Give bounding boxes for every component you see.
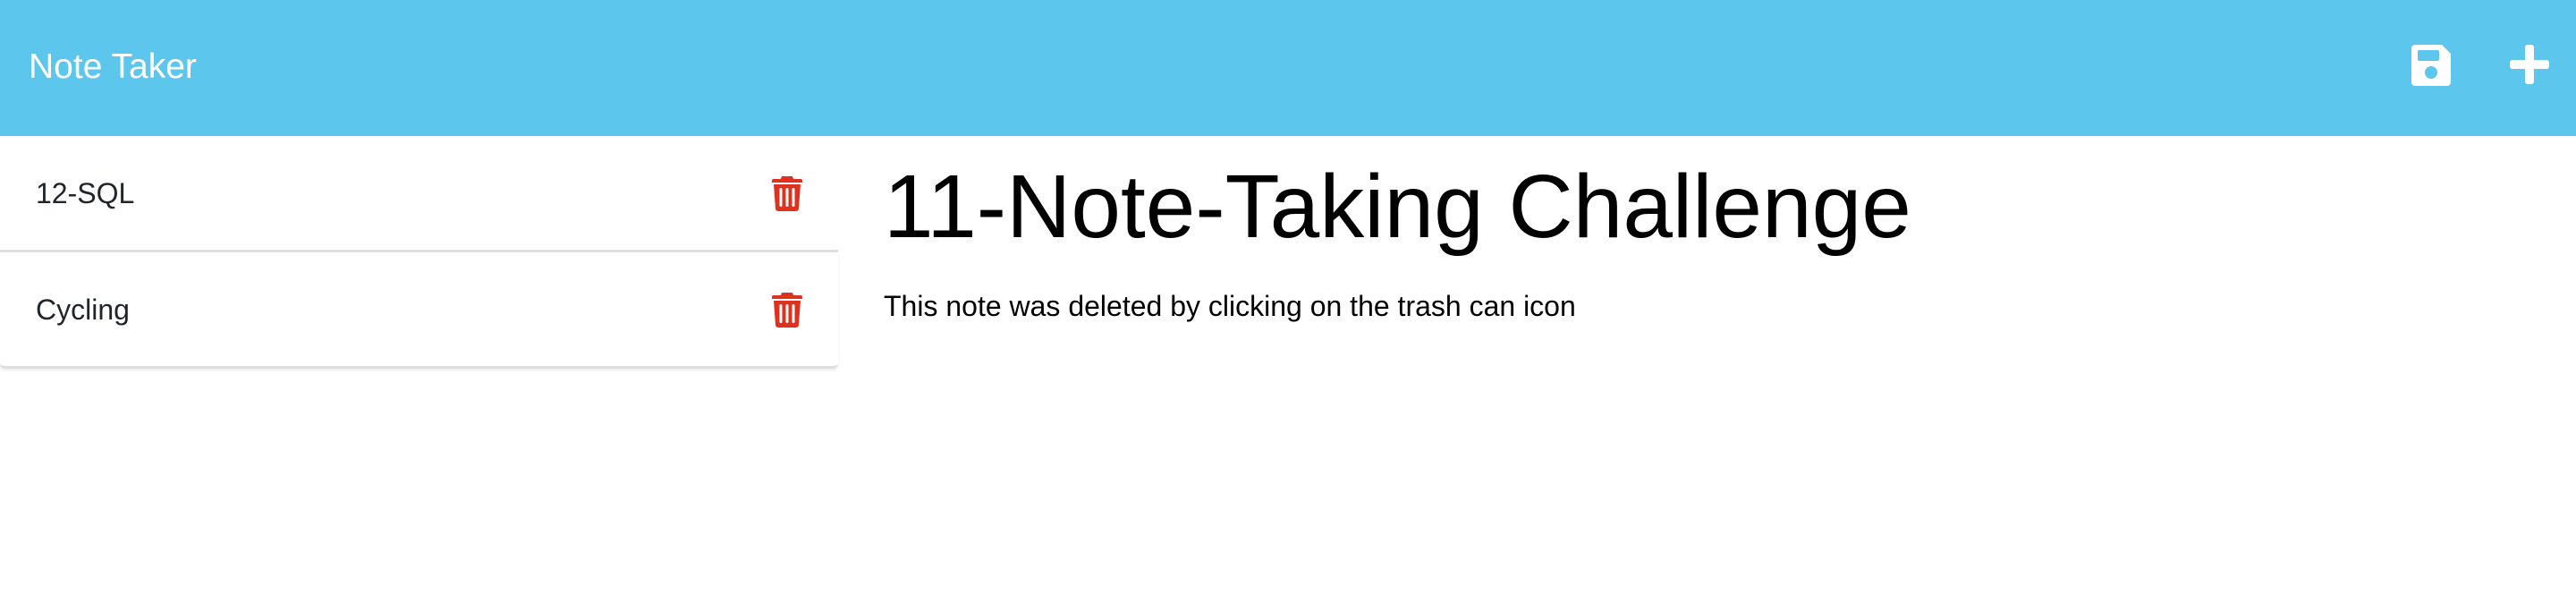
note-title-input[interactable] — [884, 158, 2494, 256]
new-note-icon[interactable] — [2506, 41, 2553, 88]
note-text-area[interactable]: This note was deleted by clicking on the… — [884, 286, 2494, 340]
note-list-item[interactable]: 12-SQL — [0, 136, 838, 252]
trash-icon[interactable] — [772, 175, 802, 211]
note-list-item-title: Cycling — [36, 294, 130, 326]
trash-icon-glyph — [772, 176, 802, 211]
note-editor: This note was deleted by clicking on the… — [884, 158, 2538, 340]
trash-icon-glyph — [772, 293, 802, 328]
navbar: Note Taker — [0, 0, 2576, 136]
save-icon[interactable] — [2408, 41, 2454, 88]
note-list: 12-SQL Cycling — [0, 136, 838, 369]
note-list-item-title: 12-SQL — [36, 177, 135, 209]
brand-link[interactable]: Note Taker — [29, 45, 197, 89]
note-list-item[interactable]: Cycling — [0, 252, 838, 369]
save-icon-glyph — [2411, 45, 2451, 86]
trash-icon[interactable] — [772, 292, 802, 328]
plus-icon — [2510, 45, 2549, 84]
